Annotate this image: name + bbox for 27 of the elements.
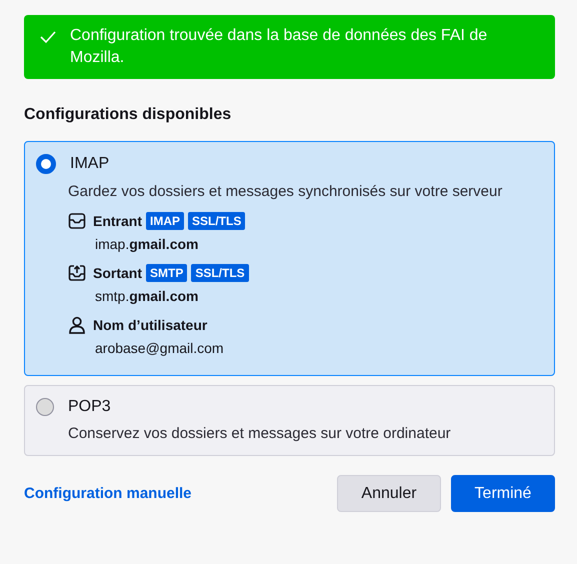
option-title: IMAP <box>70 155 110 173</box>
option-title: POP3 <box>68 398 111 416</box>
outbox-icon <box>68 264 86 282</box>
section-heading: Configurations disponibles <box>24 106 232 124</box>
detail-value: arobase@gmail.com <box>95 340 225 356</box>
radio-button[interactable] <box>36 154 56 174</box>
option-description: Conservez vos dossiers et messages sur votre ordinateur <box>68 425 452 442</box>
inbox-icon <box>68 212 86 230</box>
protocol-tag: SSL/TLS <box>188 212 246 230</box>
protocol-tag: SMTP <box>146 264 188 282</box>
detail-label: Entrant <box>93 213 142 229</box>
option-description: Gardez vos dossiers et messages synchronisés sur votre serveur <box>68 183 504 200</box>
user-icon <box>68 316 86 334</box>
protocol-tag: SSL/TLS <box>191 264 249 282</box>
banner-text: Configuration trouvée dans la base de données des FAI de Mozilla. <box>70 26 488 68</box>
config-option[interactable]: IMAP Gardez vos dossiers et messages synchronisés sur votre serveur Entrant IMAP SSL/TLS imap.gmail.com Sortant SMTP SSL/TLS smtp.gmail.com Nom d’utilisateur arobase@gmail.com <box>24 141 555 376</box>
radio-button[interactable] <box>36 398 54 416</box>
cancel-button[interactable]: Annuler <box>337 475 441 512</box>
detail-label: Nom d’utilisateur <box>93 317 208 333</box>
detail-label: Sortant <box>93 265 142 281</box>
config-option[interactable]: POP3 Conservez vos dossiers et messages sur votre ordinateur <box>24 385 555 456</box>
checkmark-icon <box>40 30 56 44</box>
detail-value: smtp.gmail.com <box>95 288 200 304</box>
detail-value: imap.gmail.com <box>95 236 200 252</box>
manual-config-link[interactable]: Configuration manuelle <box>24 485 192 502</box>
protocol-tag: IMAP <box>146 212 184 230</box>
done-button[interactable]: Terminé <box>451 475 555 512</box>
